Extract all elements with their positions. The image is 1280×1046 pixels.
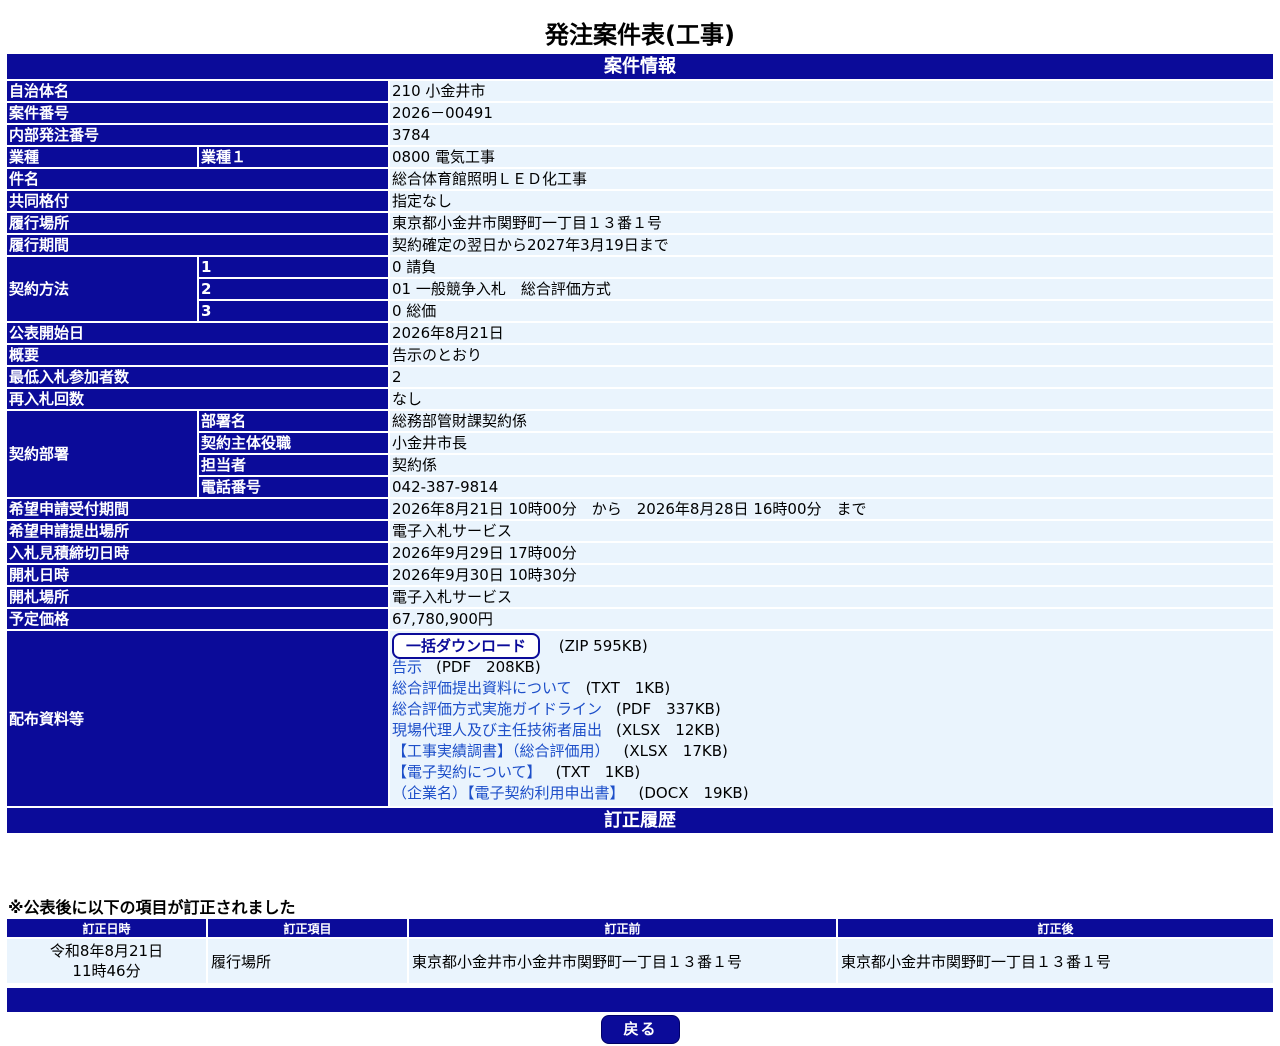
correction-datetime: 令和8年8月21日 11時46分 bbox=[7, 939, 206, 983]
field-value: 2026年8月21日 10時00分 から 2026年8月28日 16時00分 ま… bbox=[390, 499, 1273, 519]
field-sublabel: 部署名 bbox=[199, 411, 388, 431]
table-row: 令和8年8月21日 11時46分 履行場所 東京都小金井市小金井市関野町一丁目１… bbox=[7, 939, 1273, 983]
field-label: 履行場所 bbox=[7, 213, 388, 233]
field-label: 希望申請受付期間 bbox=[7, 499, 388, 519]
field-value: 0800 電気工事 bbox=[390, 147, 1273, 167]
field-value: 総務部管財課契約係 bbox=[390, 411, 1273, 431]
file-link[interactable]: 現場代理人及び主任技術者届出 bbox=[392, 721, 602, 739]
field-label: 公表開始日 bbox=[7, 323, 388, 343]
file-link[interactable]: （企業名）【電子契約利用申出書】 bbox=[392, 784, 625, 802]
field-value: 2026年9月29日 17時00分 bbox=[390, 543, 1273, 563]
field-sublabel: 業種１ bbox=[199, 147, 388, 167]
field-label: 希望申請提出場所 bbox=[7, 521, 388, 541]
field-sublabel: 担当者 bbox=[199, 455, 388, 475]
field-value: 67,780,900円 bbox=[390, 609, 1273, 629]
field-sublabel: 電話番号 bbox=[199, 477, 388, 497]
correction-item: 履行場所 bbox=[208, 939, 407, 983]
field-value: 小金井市長 bbox=[390, 433, 1273, 453]
correction-before: 東京都小金井市小金井市関野町一丁目１３番１号 bbox=[409, 939, 836, 983]
field-sublabel: 3 bbox=[199, 301, 388, 321]
column-header: 訂正後 bbox=[838, 919, 1273, 937]
field-value: 210 小金井市 bbox=[390, 81, 1273, 101]
field-value: なし bbox=[390, 389, 1273, 409]
field-value: 2026－00491 bbox=[390, 103, 1273, 123]
file-size: (ZIP 595KB) bbox=[558, 637, 648, 655]
file-size: (PDF 208KB) bbox=[436, 658, 541, 676]
column-header: 訂正前 bbox=[409, 919, 836, 937]
file-link[interactable]: 【工事実績調書】（総合評価用） bbox=[392, 742, 610, 760]
bulk-download-button[interactable]: 一括ダウンロード bbox=[392, 633, 541, 659]
field-label: 再入札回数 bbox=[7, 389, 388, 409]
correction-date: 令和8年8月21日 bbox=[49, 942, 164, 960]
field-label: 予定価格 bbox=[7, 609, 388, 629]
field-value: 2026年9月30日 10時30分 bbox=[390, 565, 1273, 585]
field-sublabel: 1 bbox=[199, 257, 388, 277]
field-value: 指定なし bbox=[390, 191, 1273, 211]
correction-time: 11時46分 bbox=[72, 962, 141, 980]
field-label: 履行期間 bbox=[7, 235, 388, 255]
file-link[interactable]: 総合評価方式実施ガイドライン bbox=[392, 700, 602, 718]
correction-after: 東京都小金井市関野町一丁目１３番１号 bbox=[838, 939, 1273, 983]
file-size: (PDF 337KB) bbox=[616, 700, 721, 718]
history-table: 訂正日時 訂正項目 訂正前 訂正後 令和8年8月21日 11時46分 履行場所 … bbox=[5, 917, 1275, 985]
field-sublabel: 2 bbox=[199, 279, 388, 299]
field-label: 内部発注番号 bbox=[7, 125, 388, 145]
field-label: 契約方法 bbox=[7, 257, 197, 321]
field-label: 共同格付 bbox=[7, 191, 388, 211]
field-value: 契約確定の翌日から2027年3月19日まで bbox=[390, 235, 1273, 255]
field-label: 契約部署 bbox=[7, 411, 197, 497]
file-link[interactable]: 【電子契約について】 bbox=[392, 763, 542, 781]
field-value: 2 bbox=[390, 367, 1273, 387]
file-size: (TXT 1KB) bbox=[555, 763, 641, 781]
column-header: 訂正項目 bbox=[208, 919, 407, 937]
field-value: 電子入札サービス bbox=[390, 521, 1273, 541]
field-label: 業種 bbox=[7, 147, 197, 167]
field-label: 自治体名 bbox=[7, 81, 388, 101]
field-value: 3784 bbox=[390, 125, 1273, 145]
field-value: 01 一般競争入札 総合評価方式 bbox=[390, 279, 1273, 299]
field-value: 0 請負 bbox=[390, 257, 1273, 277]
field-value: 総合体育館照明ＬＥＤ化工事 bbox=[390, 169, 1273, 189]
field-label: 件名 bbox=[7, 169, 388, 189]
field-label: 概要 bbox=[7, 345, 388, 365]
documents-list: 一括ダウンロード (ZIP 595KB) 告示 (PDF 208KB) 総合評価提… bbox=[390, 631, 1273, 806]
column-header: 訂正日時 bbox=[7, 919, 206, 937]
field-value: 042-387-9814 bbox=[390, 477, 1273, 497]
field-value: 告示のとおり bbox=[390, 345, 1273, 365]
footer-bar bbox=[7, 988, 1273, 1012]
field-label: 入札見積締切日時 bbox=[7, 543, 388, 563]
file-link[interactable]: 総合評価提出資料について bbox=[392, 679, 572, 697]
page-title: 発注案件表(工事) bbox=[545, 21, 735, 49]
field-sublabel: 契約主体役職 bbox=[199, 433, 388, 453]
field-value: 契約係 bbox=[390, 455, 1273, 475]
case-info-table: 案件情報 自治体名 210 小金井市 案件番号 2026－00491 内部発注番… bbox=[5, 52, 1275, 835]
section-header: 案件情報 bbox=[7, 54, 1273, 79]
field-label: 開札日時 bbox=[7, 565, 388, 585]
field-label: 案件番号 bbox=[7, 103, 388, 123]
file-size: (XLSX 17KB) bbox=[623, 742, 728, 760]
field-value: 電子入札サービス bbox=[390, 587, 1273, 607]
field-label: 開札場所 bbox=[7, 587, 388, 607]
field-label: 最低入札参加者数 bbox=[7, 367, 388, 387]
back-button[interactable]: 戻る bbox=[601, 1015, 680, 1044]
field-value: 2026年8月21日 bbox=[390, 323, 1273, 343]
field-value: 0 総価 bbox=[390, 301, 1273, 321]
file-link[interactable]: 告示 bbox=[392, 658, 422, 676]
field-label: 配布資料等 bbox=[7, 631, 388, 806]
history-note: ※公表後に以下の項目が訂正されました bbox=[8, 898, 296, 917]
file-size: (TXT 1KB) bbox=[585, 679, 671, 697]
field-value: 東京都小金井市関野町一丁目１３番１号 bbox=[390, 213, 1273, 233]
file-size: (DOCX 19KB) bbox=[638, 784, 749, 802]
history-header: 訂正履歴 bbox=[7, 808, 1273, 833]
file-size: (XLSX 12KB) bbox=[616, 721, 721, 739]
